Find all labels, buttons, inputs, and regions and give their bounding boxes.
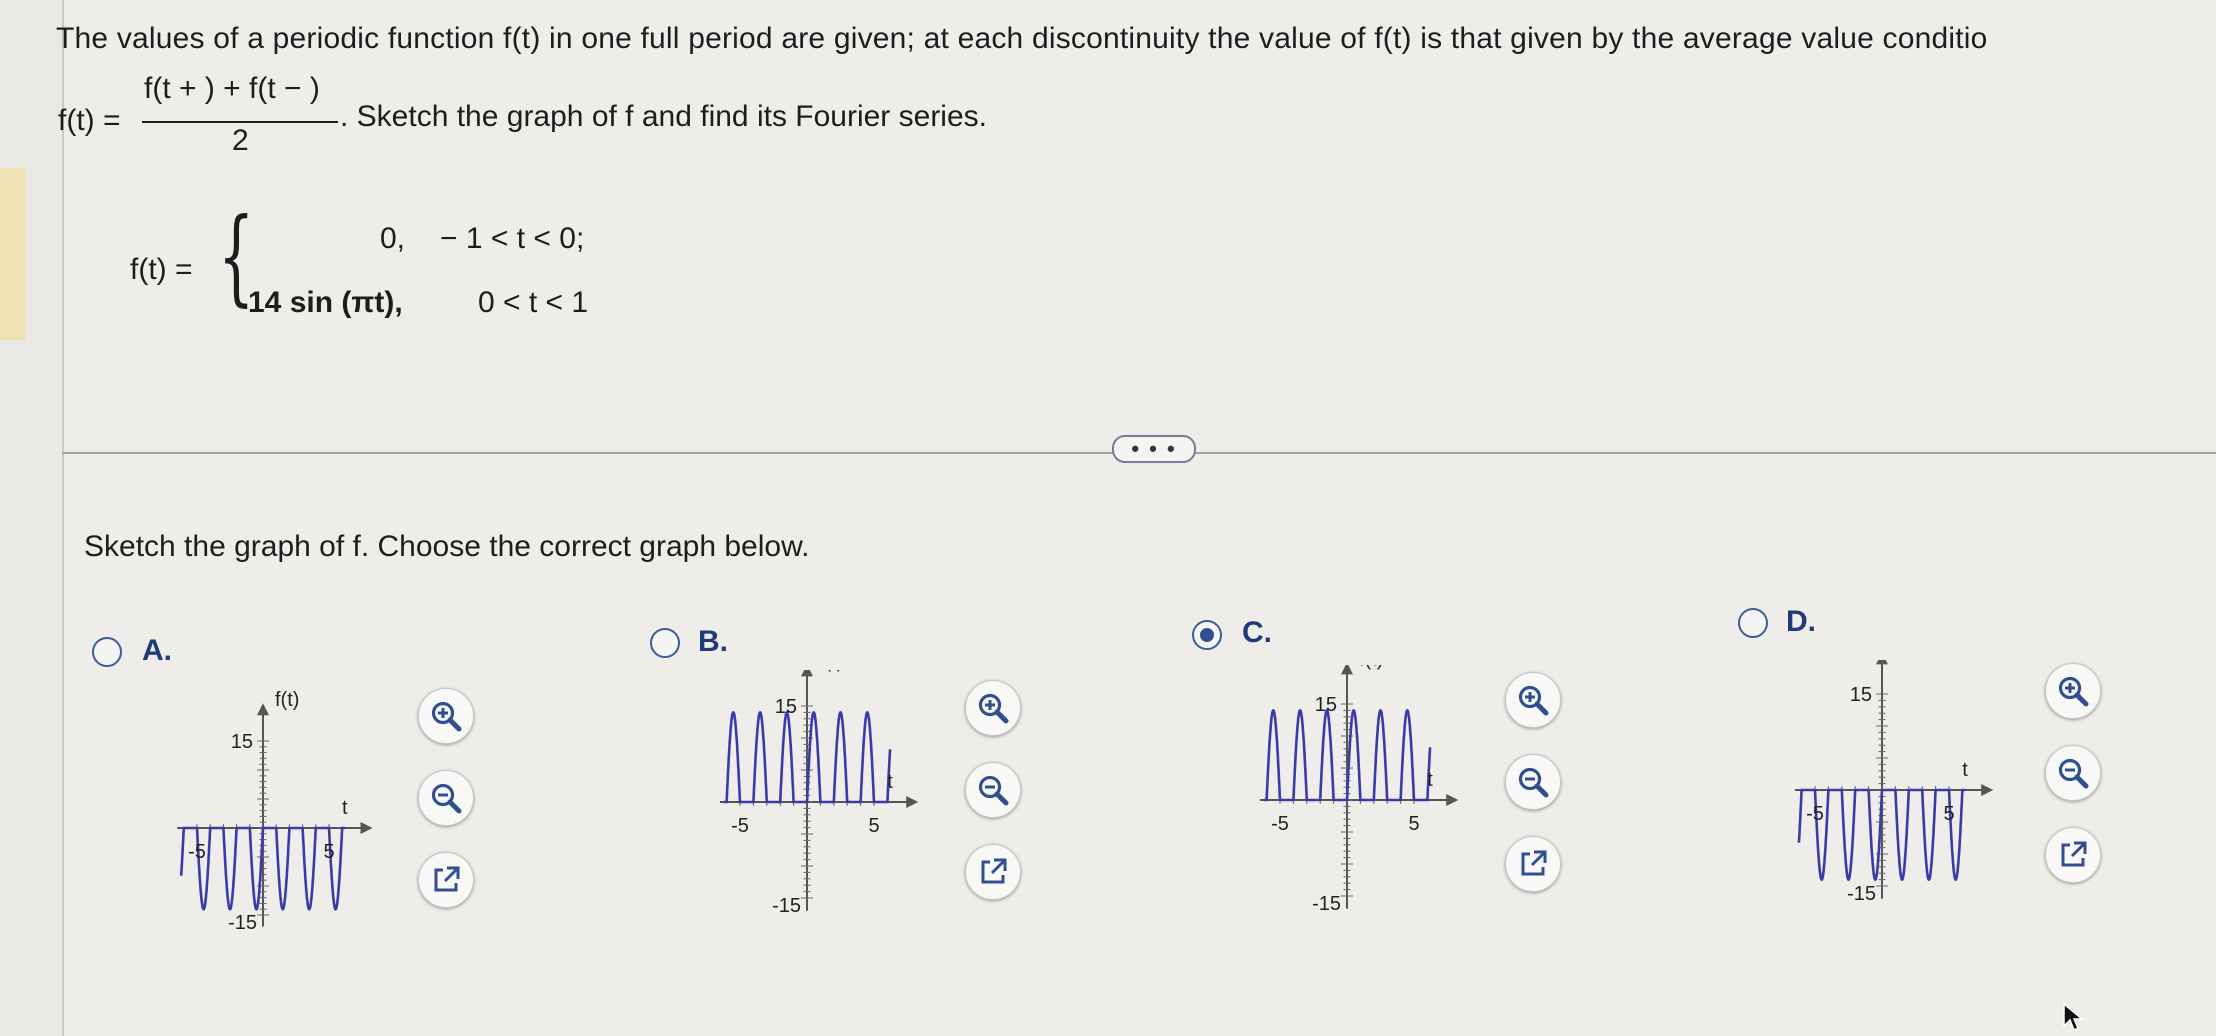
avg-denominator: 2	[232, 124, 249, 157]
popout-button[interactable]	[2045, 827, 2101, 883]
option-graph-d: f(t) t 15 -15 -5 5	[1794, 660, 1994, 905]
option-radio-d[interactable]	[1738, 608, 1768, 638]
zoom-in-button[interactable]	[1505, 672, 1561, 728]
option-label-d[interactable]: D.	[1786, 605, 1816, 639]
x-axis-arrow-icon	[906, 796, 919, 808]
y-tick-neg: -15	[772, 895, 801, 917]
option-graph-b: f(t) t 15 -15 -5 5	[719, 670, 919, 917]
piecewise-lhs: f(t) =	[130, 253, 193, 286]
x-axis-arrow-icon	[360, 822, 373, 834]
mouse-cursor-icon	[2063, 1002, 2085, 1032]
x-axis-arrow-icon	[1981, 784, 1994, 796]
popout-button[interactable]	[965, 844, 1021, 900]
x-tick-neg: -5	[188, 841, 206, 863]
problem-intro: The values of a periodic function f(t) i…	[56, 22, 1988, 55]
y-tick-neg: -15	[1847, 883, 1876, 905]
avg-tail: . Sketch the graph of f and find its Fou…	[340, 100, 987, 133]
option-radio-c[interactable]	[1192, 620, 1222, 650]
zoom-out-button[interactable]	[418, 770, 474, 826]
open-external-icon	[434, 866, 460, 892]
option-label-c[interactable]: C.	[1242, 616, 1272, 650]
x-tick-pos: 5	[323, 841, 334, 863]
y-tick-neg: -15	[228, 912, 257, 934]
zoom-out-icon	[1518, 767, 1549, 798]
zoom-out-icon	[978, 775, 1009, 806]
x-tick-neg: -5	[731, 815, 749, 837]
zoom-out-icon	[431, 783, 462, 814]
zoom-in-icon	[978, 693, 1009, 724]
option-label-a[interactable]: A.	[142, 634, 172, 668]
y-axis-arrow-icon	[1341, 665, 1353, 675]
y-axis-label: f(t)	[1894, 660, 1918, 661]
avg-lhs: f(t) =	[58, 104, 121, 137]
left-margin-marker	[0, 168, 26, 340]
popout-button[interactable]	[418, 852, 474, 908]
x-tick-neg: -5	[1806, 803, 1824, 825]
zoom-in-icon	[1518, 685, 1549, 716]
expand-more-button[interactable]: • • •	[1112, 435, 1196, 463]
x-tick-pos: 5	[868, 815, 879, 837]
piece2-condition: 0 < t < 1	[478, 286, 589, 319]
zoom-out-icon	[2058, 758, 2089, 789]
y-tick-pos: 15	[1315, 694, 1337, 716]
zoom-in-icon	[431, 701, 462, 732]
x-axis-label: t	[342, 797, 348, 819]
y-axis-label: f(t)	[819, 670, 843, 673]
y-tick-pos: 15	[1850, 684, 1872, 706]
piece1-condition: − 1 < t < 0;	[440, 222, 585, 255]
x-axis-label: t	[1427, 769, 1433, 791]
x-tick-pos: 5	[1408, 813, 1419, 835]
option-graph-c: f(t) t 15 -15 -5 5	[1259, 665, 1459, 915]
fraction-bar	[142, 121, 338, 123]
open-external-icon	[1521, 850, 1547, 876]
x-axis-arrow-icon	[1446, 794, 1459, 806]
zoom-in-icon	[2058, 676, 2089, 707]
y-tick-pos: 15	[775, 696, 797, 718]
y-axis-label: f(t)	[1359, 665, 1383, 671]
zoom-out-button[interactable]	[2045, 745, 2101, 801]
option-label-b[interactable]: B.	[698, 625, 728, 659]
y-tick-pos: 15	[231, 731, 253, 753]
zoom-in-button[interactable]	[418, 688, 474, 744]
zoom-in-button[interactable]	[2045, 663, 2101, 719]
piece1-value: 0,	[380, 222, 406, 255]
x-tick-pos: 5	[1943, 803, 1954, 825]
y-tick-neg: -15	[1312, 893, 1341, 915]
y-axis-label: f(t)	[275, 689, 299, 711]
piece2-value: 14 sin (πt),	[248, 286, 403, 319]
question-text: Sketch the graph of f. Choose the correc…	[84, 530, 810, 563]
zoom-in-button[interactable]	[965, 680, 1021, 736]
option-radio-b[interactable]	[650, 628, 680, 658]
y-axis-arrow-icon	[257, 703, 269, 716]
avg-numerator: f(t + ) + f(t − )	[144, 72, 320, 105]
option-graph-a: f(t) t 15 -15 -5 5	[177, 689, 373, 934]
popout-button[interactable]	[1505, 836, 1561, 892]
zoom-out-button[interactable]	[1505, 754, 1561, 810]
open-external-icon	[981, 858, 1007, 884]
y-axis-arrow-icon	[801, 670, 813, 677]
option-radio-a[interactable]	[92, 637, 122, 667]
open-external-icon	[2061, 841, 2087, 867]
zoom-out-button[interactable]	[965, 762, 1021, 818]
y-axis-arrow-icon	[1876, 660, 1888, 665]
x-tick-neg: -5	[1271, 813, 1289, 835]
x-axis-label: t	[887, 771, 893, 793]
x-axis-label: t	[1962, 759, 1968, 781]
